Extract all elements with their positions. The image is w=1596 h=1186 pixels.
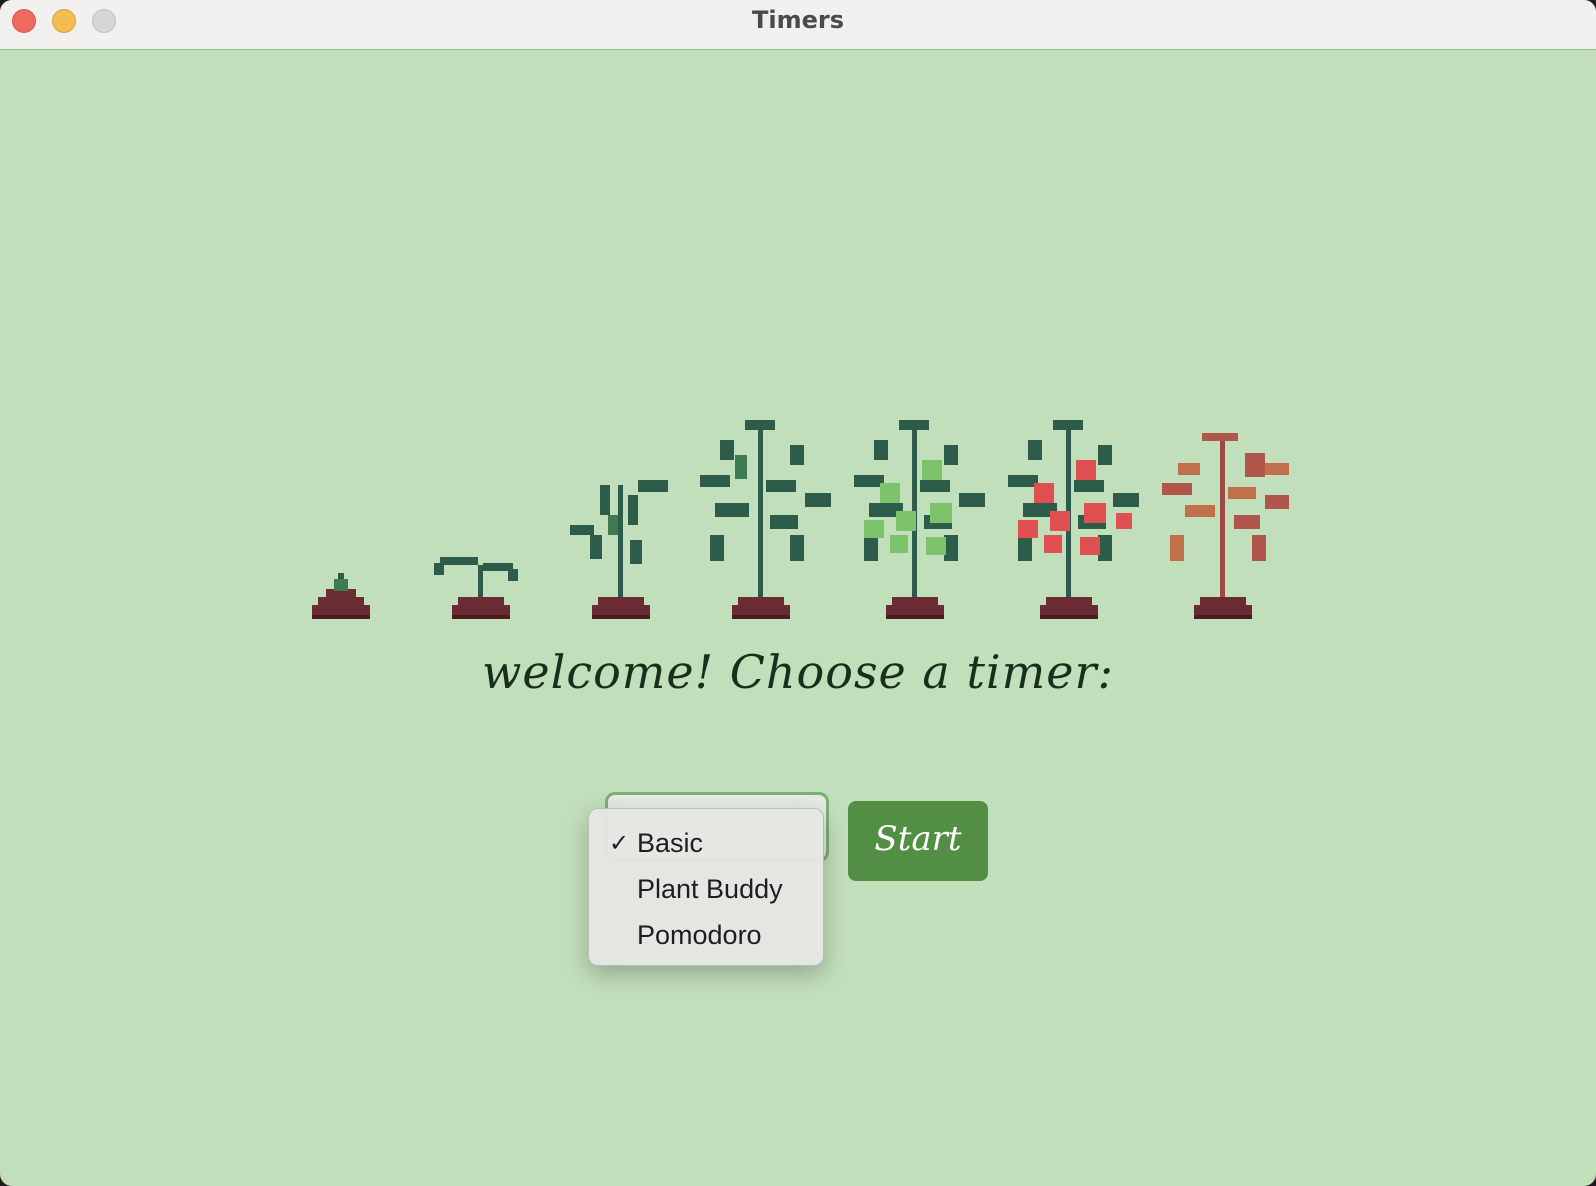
title-bar[interactable]: Timers (0, 0, 1596, 50)
checkmark-icon: ✓ (609, 829, 630, 857)
menu-item-label: Pomodoro (637, 920, 762, 950)
main-content: welcome! Choose a timer: Start ✓ Basic P… (0, 50, 1596, 1186)
menu-item-pomodoro[interactable]: Pomodoro (589, 917, 823, 963)
welcome-heading: welcome! Choose a timer: (482, 645, 1114, 699)
plant-growth-illustration (312, 420, 1289, 619)
ripe-tomato-plant-icon (1008, 420, 1139, 619)
menu-item-basic[interactable]: ✓ Basic (589, 825, 823, 871)
green-fruit-plant-icon (854, 420, 985, 619)
leafy-plant-icon (700, 420, 831, 619)
timer-type-dropdown-menu[interactable]: ✓ Basic Plant Buddy Pomodoro (588, 808, 824, 966)
young-plant-icon (570, 480, 668, 619)
menu-item-plant-buddy[interactable]: Plant Buddy (589, 871, 823, 917)
withered-plant-icon (1162, 433, 1289, 619)
start-button[interactable]: Start (848, 801, 988, 881)
app-window: Timers welcome! Choose a timer: Start ✓ … (0, 0, 1596, 1186)
seed-icon (312, 573, 370, 619)
sprout-icon (434, 557, 518, 619)
window-title: Timers (751, 6, 844, 34)
menu-item-label: Plant Buddy (637, 874, 783, 904)
menu-item-label: Basic (637, 828, 704, 858)
